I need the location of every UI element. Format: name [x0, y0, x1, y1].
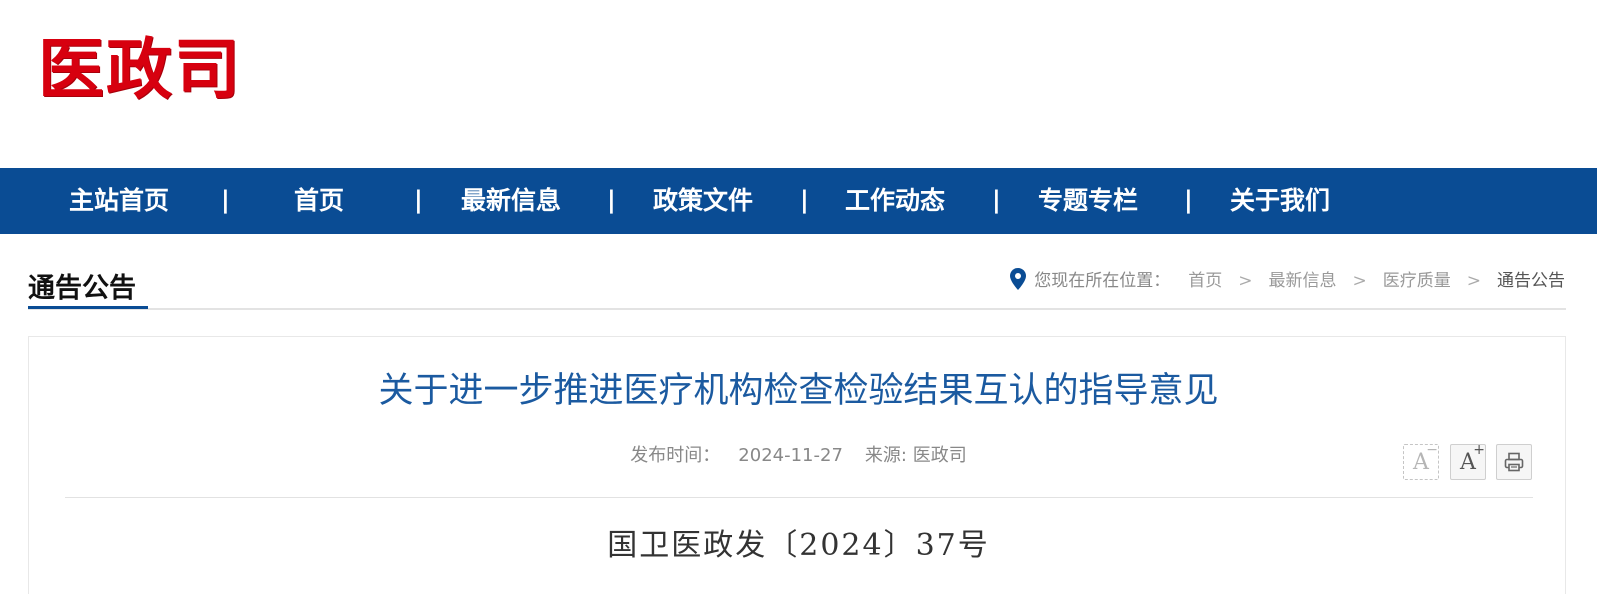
nav-separator: | — [992, 186, 1001, 214]
nav-item-topics[interactable]: 专题专栏 — [1038, 168, 1138, 234]
breadcrumb-arrow: > — [1352, 271, 1367, 291]
publish-date: 2024-11-27 — [738, 445, 843, 466]
nav-separator: | — [607, 186, 616, 214]
nav-item-main-home[interactable]: 主站首页 — [69, 168, 169, 234]
page: 医政司 主站首页 | 首页 | 最新信息 | 政策文件 | 工作动态 | 专题专… — [0, 0, 1597, 594]
source-label: 来源: — [864, 445, 913, 466]
breadcrumb-item-latest[interactable]: 最新信息 — [1269, 271, 1337, 291]
nav-item-about[interactable]: 关于我们 — [1230, 168, 1330, 234]
nav-separator: | — [221, 186, 230, 214]
breadcrumb-item-current: 通告公告 — [1497, 271, 1565, 291]
breadcrumb-item-home[interactable]: 首页 — [1188, 271, 1222, 291]
article-divider — [65, 497, 1533, 498]
breadcrumb-arrow: > — [1466, 271, 1481, 291]
nav-separator: | — [414, 186, 423, 214]
nav-item-work-news[interactable]: 工作动态 — [845, 168, 945, 234]
nav-item-latest[interactable]: 最新信息 — [461, 168, 561, 234]
main-nav: 主站首页 | 首页 | 最新信息 | 政策文件 | 工作动态 | 专题专栏 | … — [0, 168, 1597, 234]
nav-separator: | — [800, 186, 809, 214]
location-pin-icon — [1010, 268, 1027, 298]
section-title-underline — [28, 306, 148, 309]
article-meta: 发布时间： 2024-11-27 来源: 医政司 — [0, 443, 1597, 469]
publish-label: 发布时间： — [630, 445, 721, 466]
breadcrumb-lead: 您现在所在位置： — [1034, 271, 1171, 291]
site-logo[interactable]: 医政司 — [38, 34, 242, 106]
document-number: 国卫医政发〔2024〕37号 — [607, 528, 990, 563]
printer-icon — [1504, 452, 1524, 472]
section-title: 通告公告 — [28, 273, 136, 304]
nav-item-policy[interactable]: 政策文件 — [653, 168, 753, 234]
font-decrease-button[interactable]: A − — [1403, 441, 1439, 480]
font-increase-button[interactable]: A + — [1450, 441, 1486, 480]
nav-item-home[interactable]: 首页 — [294, 168, 344, 234]
breadcrumb-arrow: > — [1238, 271, 1253, 291]
breadcrumb: 您现在所在位置： 首页 > 最新信息 > 医疗质量 > 通告公告 — [1010, 268, 1565, 294]
site-header: 医政司 — [0, 0, 1597, 168]
section-divider — [28, 308, 1566, 310]
nav-separator: | — [1184, 186, 1193, 214]
article-title: 关于进一步推进医疗机构检查检验结果互认的指导意见 — [378, 371, 1219, 411]
breadcrumb-item-medical-quality[interactable]: 医疗质量 — [1383, 271, 1451, 291]
source-value: 医政司 — [912, 445, 967, 466]
print-button[interactable] — [1496, 444, 1532, 480]
font-increase-icon: A + — [1460, 441, 1485, 475]
font-decrease-icon: A − — [1413, 441, 1438, 475]
